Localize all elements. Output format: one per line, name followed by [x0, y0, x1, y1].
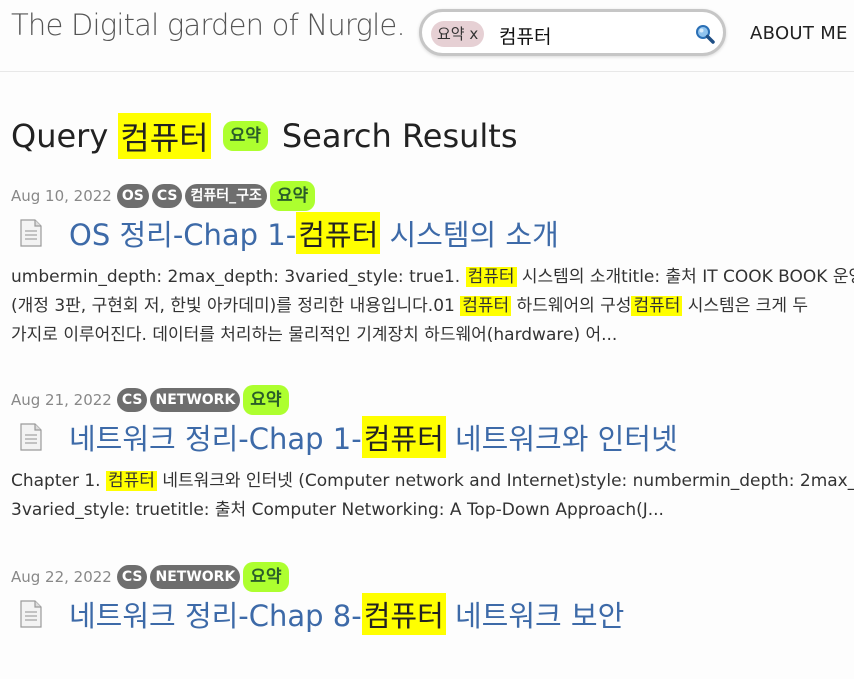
- excerpt-highlight: 컴퓨터: [465, 267, 517, 287]
- about-me-link[interactable]: ABOUT ME: [750, 23, 848, 44]
- document-icon: [20, 219, 42, 247]
- excerpt-text: 시스템은 크게 두: [682, 296, 809, 316]
- excerpt-line: 가지로 이루어진다. 데이터를 처리하는 물리적인 기계장치 하드웨어(hard…: [11, 321, 854, 350]
- excerpt-text: 3varied_style: truetitle: 출처 Computer Ne…: [11, 500, 664, 520]
- search-results-label: Search Results: [281, 117, 518, 155]
- post-title-link[interactable]: 네트워크 정리-Chap 1- 컴퓨터 네트워크와 인터넷: [11, 416, 854, 458]
- query-term: 컴퓨터: [118, 113, 211, 159]
- page-title: Query 컴퓨터 요약 Search Results: [11, 111, 854, 161]
- post-title-after[interactable]: 네트워크와 인터넷: [446, 416, 678, 458]
- search-results: Query 컴퓨터 요약 Search Results Aug 10, 2022…: [11, 111, 854, 635]
- excerpt-highlight: 컴퓨터: [106, 471, 157, 491]
- result-item: Aug 10, 2022 OS CS 컴퓨터_구조 요약 OS 정리-Chap …: [11, 181, 854, 350]
- query-tag[interactable]: 요약: [222, 121, 268, 151]
- post-title-before[interactable]: 네트워크 정리-Chap 8-: [69, 593, 362, 635]
- excerpt-line: (개정 3판, 구현회 저, 한빛 아카데미)를 정리한 내용입니다.01 컴퓨…: [11, 292, 854, 321]
- tag-network[interactable]: NETWORK: [150, 565, 241, 589]
- post-title-highlight[interactable]: 컴퓨터: [361, 593, 446, 635]
- post-title-link[interactable]: OS 정리-Chap 1- 컴퓨터 시스템의 소개: [11, 212, 854, 254]
- tag-cs[interactable]: CS: [151, 184, 183, 208]
- document-icon: [20, 600, 42, 628]
- result-item: Aug 22, 2022 CS NETWORK 요약 네트워크 정리-Chap …: [11, 562, 854, 635]
- result-meta: Aug 10, 2022 OS CS 컴퓨터_구조 요약: [11, 181, 854, 211]
- post-excerpt: Chapter 1. 컴퓨터 네트워크와 인터넷 (Computer netwo…: [11, 467, 854, 525]
- site-header: The Digital garden of Nurgle. 요약 x 컴퓨터 A…: [0, 0, 854, 72]
- post-date: Aug 10, 2022: [11, 187, 112, 205]
- site-title[interactable]: The Digital garden of Nurgle.: [11, 8, 406, 42]
- result-meta: Aug 22, 2022 CS NETWORK 요약: [11, 562, 854, 592]
- search-input[interactable]: 컴퓨터: [499, 22, 551, 49]
- post-title-highlight[interactable]: 컴퓨터: [361, 416, 446, 458]
- post-title-highlight[interactable]: 컴퓨터: [296, 212, 381, 254]
- tag-cs[interactable]: CS: [116, 565, 148, 589]
- query-label: Query: [11, 117, 109, 155]
- excerpt-line: 3varied_style: truetitle: 출처 Computer Ne…: [11, 496, 854, 525]
- tag-cs[interactable]: CS: [116, 388, 148, 412]
- tag-summary[interactable]: 요약: [243, 562, 289, 592]
- excerpt-text: Chapter 1.: [11, 471, 106, 491]
- tag-os[interactable]: OS: [116, 184, 149, 208]
- search-filter-chip[interactable]: 요약 x: [431, 21, 485, 47]
- excerpt-text: 네트워크와 인터넷 (Computer network and Internet…: [156, 471, 854, 491]
- tag-computer-structure[interactable]: 컴퓨터_구조: [185, 184, 267, 208]
- post-date: Aug 21, 2022: [11, 391, 112, 409]
- search-icon[interactable]: [695, 24, 715, 44]
- excerpt-text: umbermin_depth: 2max_depth: 3varied_styl…: [11, 267, 466, 287]
- document-icon: [20, 423, 42, 451]
- tag-summary[interactable]: 요약: [269, 181, 316, 211]
- post-title-before[interactable]: 네트워크 정리-Chap 1-: [69, 416, 362, 458]
- excerpt-highlight: 컴퓨터: [631, 296, 683, 316]
- post-title-after[interactable]: 시스템의 소개: [380, 212, 558, 254]
- excerpt-text: 시스템의 소개title: 출처 IT COOK BOOK 운영체제: [521, 267, 854, 287]
- tag-summary[interactable]: 요약: [243, 385, 289, 415]
- excerpt-line: umbermin_depth: 2max_depth: 3varied_styl…: [11, 263, 854, 292]
- tag-network[interactable]: NETWORK: [150, 388, 241, 412]
- excerpt-text: 가지로 이루어진다. 데이터를 처리하는 물리적인 기계장치 하드웨어(hard…: [11, 325, 618, 345]
- excerpt-line: Chapter 1. 컴퓨터 네트워크와 인터넷 (Computer netwo…: [11, 467, 854, 496]
- excerpt-highlight: 컴퓨터: [460, 296, 512, 316]
- excerpt-text: (개정 3판, 구현회 저, 한빛 아카데미)를 정리한 내용입니다.01: [11, 296, 461, 316]
- post-date: Aug 22, 2022: [11, 568, 112, 586]
- result-meta: Aug 21, 2022 CS NETWORK 요약: [11, 385, 854, 415]
- result-item: Aug 21, 2022 CS NETWORK 요약 네트워크 정리-Chap …: [11, 385, 854, 525]
- post-title-before[interactable]: OS 정리-Chap 1-: [69, 212, 296, 254]
- search-box[interactable]: 요약 x 컴퓨터: [419, 9, 726, 56]
- post-title-after[interactable]: 네트워크 보안: [446, 593, 624, 635]
- excerpt-text: 하드웨어의 구성: [511, 296, 632, 316]
- post-excerpt: umbermin_depth: 2max_depth: 3varied_styl…: [11, 263, 854, 350]
- post-title-link[interactable]: 네트워크 정리-Chap 8- 컴퓨터 네트워크 보안: [11, 593, 854, 635]
